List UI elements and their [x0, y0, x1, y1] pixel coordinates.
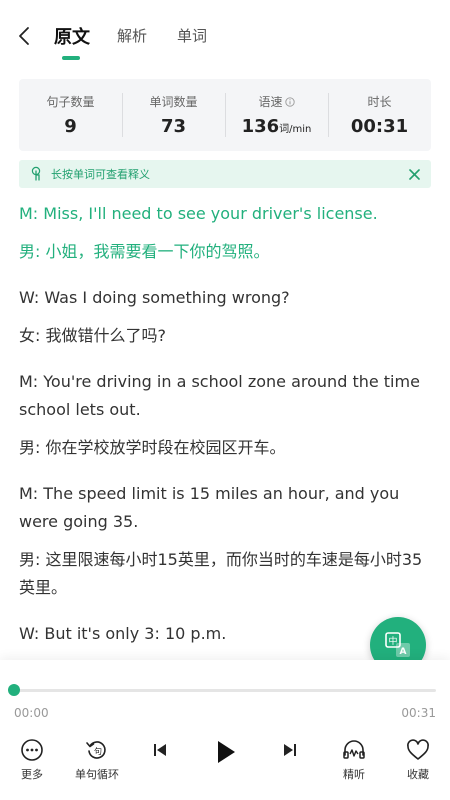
sentence-item[interactable]: M: You're driving in a school zone aroun…	[19, 368, 431, 462]
headphones-icon	[343, 740, 365, 759]
sentence-item[interactable]: M: Miss, I'll need to see your driver's …	[19, 200, 431, 266]
stat-label: 时长	[367, 95, 392, 109]
tab-words[interactable]: 单词	[177, 25, 207, 46]
active-tab-indicator	[62, 56, 80, 60]
sentence-chinese: 男: 你在学校放学时段在校园区开车。	[19, 438, 286, 457]
intensive-label: 精听	[343, 768, 365, 781]
player-controls: 更多 句 单句循环 精听 收藏	[0, 738, 450, 794]
stat-label: 语速	[258, 95, 283, 109]
audio-player: 00:00 00:31 更多 句 单句循环 精听 收藏	[0, 660, 450, 800]
sentence-chinese: 女: 我做错什么了吗?	[19, 326, 166, 345]
tap-hand-icon	[31, 166, 41, 181]
stat-word-count: 单词数量 73	[122, 79, 225, 151]
top-bar: 原文 解析 单词	[0, 0, 450, 70]
close-icon	[408, 168, 420, 180]
previous-button[interactable]	[148, 740, 172, 760]
sentence-english[interactable]: M: You're driving in a school zone aroun…	[19, 368, 431, 424]
heart-icon	[407, 739, 429, 760]
sentence-english[interactable]: W: Was I doing something wrong?	[19, 284, 431, 312]
play-icon	[218, 741, 235, 763]
loop-label: 单句循环	[75, 768, 119, 781]
skip-next-icon	[284, 744, 296, 756]
hint-banner: 长按单词可查看释义	[19, 160, 431, 188]
hint-text: 长按单词可查看释义	[51, 168, 150, 181]
tab-original[interactable]: 原文	[54, 23, 90, 49]
sentence-english[interactable]: M: Miss, I'll need to see your driver's …	[19, 200, 431, 228]
back-button[interactable]	[12, 22, 36, 50]
chevron-left-icon	[19, 27, 29, 45]
stat-unit: 词/min	[279, 124, 312, 135]
sentence-item[interactable]: W: Was I doing something wrong? 女: 我做错什么…	[19, 284, 431, 350]
stat-number: 136	[241, 116, 280, 137]
stat-label-row: 语速	[258, 93, 295, 110]
progress-thumb[interactable]	[8, 684, 20, 696]
stat-value: 136词/min	[242, 116, 312, 137]
info-icon[interactable]	[284, 96, 295, 107]
sentence-chinese: 男: 这里限速每小时15英里，而你当时的车速是每小时35英里。	[19, 550, 423, 597]
sentence-item[interactable]: M: The speed limit is 15 miles an hour, …	[19, 480, 431, 602]
stat-label: 句子数量	[46, 95, 95, 109]
more-button[interactable]: 更多	[14, 738, 50, 782]
tab-analysis[interactable]: 解析	[117, 25, 147, 46]
current-time: 00:00	[14, 706, 49, 720]
repeat-sentence-icon: 句	[86, 741, 106, 759]
next-button[interactable]	[278, 740, 302, 760]
stat-value: 00:31	[350, 116, 409, 137]
favorite-label: 收藏	[407, 768, 429, 781]
stat-duration: 时长 00:31	[328, 79, 431, 151]
stat-speech-rate: 语速 136词/min	[225, 79, 328, 151]
transcript-list: M: Miss, I'll need to see your driver's …	[19, 200, 431, 660]
intensive-listening-button[interactable]: 精听	[338, 738, 370, 782]
stat-label: 单词数量	[149, 95, 198, 109]
stat-value: 73	[160, 116, 187, 137]
favorite-button[interactable]: 收藏	[402, 738, 434, 782]
more-dots-icon	[21, 739, 43, 761]
svg-text:句: 句	[94, 746, 102, 756]
single-sentence-loop-button[interactable]: 句 单句循环	[70, 738, 124, 782]
more-label: 更多	[21, 768, 43, 781]
play-button[interactable]	[211, 738, 239, 766]
total-time: 00:31	[401, 706, 436, 720]
stat-value: 9	[64, 116, 77, 137]
skip-previous-icon	[154, 744, 166, 756]
translate-icon: 中 A	[385, 632, 410, 657]
sentence-english[interactable]: M: The speed limit is 15 miles an hour, …	[19, 480, 431, 536]
stats-panel: 句子数量 9 单词数量 73 语速 136词/min 时长 00:31	[19, 79, 431, 151]
progress-bar[interactable]	[14, 689, 436, 692]
sentence-chinese: 男: 小姐，我需要看一下你的驾照。	[19, 242, 270, 261]
close-hint-button[interactable]	[405, 165, 423, 183]
stat-sentence-count: 句子数量 9	[19, 79, 122, 151]
svg-text:A: A	[400, 647, 407, 657]
